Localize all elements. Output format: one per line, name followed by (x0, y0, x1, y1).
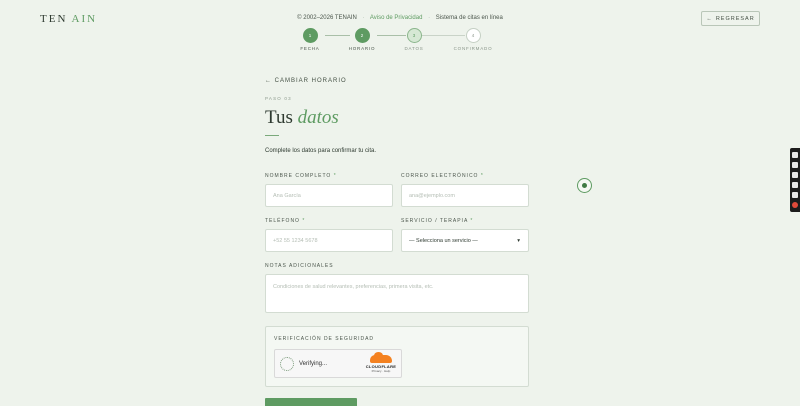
phone-input[interactable]: +52 55 1234 5678 (265, 229, 393, 252)
title-accent: datos (297, 107, 339, 128)
email-label: CORREO ELECTRÓNICO * (401, 173, 484, 179)
name-label-text: NOMBRE COMPLETO (265, 173, 332, 179)
name-placeholder: Ana García (273, 192, 301, 199)
step-label: HORARIO (348, 46, 376, 51)
step-number: 4 (465, 28, 481, 43)
back-button[interactable]: ← REGRESAR (701, 11, 760, 26)
arrow-left-icon: ← (706, 15, 713, 22)
chevron-down-icon: ▾ (517, 237, 520, 244)
header-meta: © 2002–2026 TENAIN · Aviso de Privacidad… (0, 15, 800, 21)
back-button-label: REGRESAR (715, 15, 755, 22)
step-fecha: 1 FECHA (290, 28, 330, 51)
copyright-text: © 2002–2026 TENAIN (297, 15, 357, 21)
meta-separator: · (428, 15, 431, 21)
extension-icon[interactable] (792, 152, 798, 158)
progress-stepper: 1 FECHA 2 HORARIO 3 DATOS 4 CONFIRMADO (298, 28, 498, 54)
submit-button[interactable] (265, 398, 357, 406)
page-title: Tus datos (265, 107, 339, 129)
email-input[interactable]: ana@ejemplo.com (401, 184, 529, 207)
email-placeholder: ana@ejemplo.com (409, 192, 455, 199)
change-schedule-link[interactable]: ← CAMBIAR HORARIO (265, 78, 347, 84)
extension-icon[interactable] (792, 182, 798, 188)
cloud-icon (370, 352, 392, 363)
name-label: NOMBRE COMPLETO * (265, 173, 337, 179)
video-icon[interactable] (792, 172, 798, 178)
notes-placeholder: Condiciones de salud relevantes, prefere… (273, 284, 434, 290)
title-divider (265, 135, 279, 136)
step-confirmado: 4 CONFIRMADO (453, 28, 493, 51)
system-text: Sistema de citas en línea (435, 15, 503, 21)
step-horario: 2 HORARIO (342, 28, 382, 51)
step-label: FECHA (300, 46, 320, 51)
loading-spinner-icon (280, 357, 294, 371)
camera-icon[interactable] (792, 162, 798, 168)
required-mark: * (302, 218, 306, 224)
extension-toolbar (790, 148, 800, 212)
step-number: 2 (354, 28, 370, 43)
cloudflare-links[interactable]: Privacy · Help (365, 369, 397, 373)
phone-label-text: TELÉFONO (265, 218, 300, 224)
window-icon[interactable] (792, 192, 798, 198)
step-number: 3 (406, 28, 422, 43)
floating-dot-button[interactable] (577, 178, 592, 193)
security-label: VERIFICACIÓN DE SEGURIDAD (274, 336, 375, 342)
required-mark: * (470, 218, 474, 224)
notes-label-text: NOTAS ADICIONALES (265, 263, 334, 269)
service-select[interactable]: — Selecciona un servicio — ▾ (401, 229, 529, 252)
step-indicator: PASO 03 (265, 96, 292, 101)
step-number: 1 (302, 28, 318, 43)
step-label: DATOS (404, 46, 424, 51)
notes-label: NOTAS ADICIONALES (265, 263, 334, 269)
service-label: SERVICIO / TERAPIA * (401, 218, 473, 224)
security-verification-panel: VERIFICACIÓN DE SEGURIDAD Verifying... C… (265, 326, 529, 387)
intro-text: Complete los datos para confirmar tu cit… (265, 148, 377, 154)
step-label: CONFIRMADO (453, 46, 493, 51)
title-main: Tus (265, 107, 298, 128)
privacy-link[interactable]: Aviso de Privacidad (370, 15, 423, 21)
phone-placeholder: +52 55 1234 5678 (273, 237, 318, 244)
phone-label: TELÉFONO * (265, 218, 305, 224)
cloudflare-logo: CLOUDFLARE Privacy · Help (365, 352, 397, 373)
email-label-text: CORREO ELECTRÓNICO (401, 173, 479, 179)
name-input[interactable]: Ana García (265, 184, 393, 207)
dot-icon (582, 183, 587, 188)
step-datos: 3 DATOS (394, 28, 434, 51)
notes-textarea[interactable]: Condiciones de salud relevantes, prefere… (265, 274, 529, 313)
gear-icon[interactable] (792, 202, 798, 208)
turnstile-widget[interactable]: Verifying... CLOUDFLARE Privacy · Help (274, 349, 402, 378)
meta-separator: · (362, 15, 365, 21)
service-selected-value: — Selecciona un servicio — (409, 237, 478, 244)
service-label-text: SERVICIO / TERAPIA (401, 218, 468, 224)
verifying-text: Verifying... (299, 361, 328, 367)
required-mark: * (333, 173, 337, 179)
required-mark: * (480, 173, 484, 179)
